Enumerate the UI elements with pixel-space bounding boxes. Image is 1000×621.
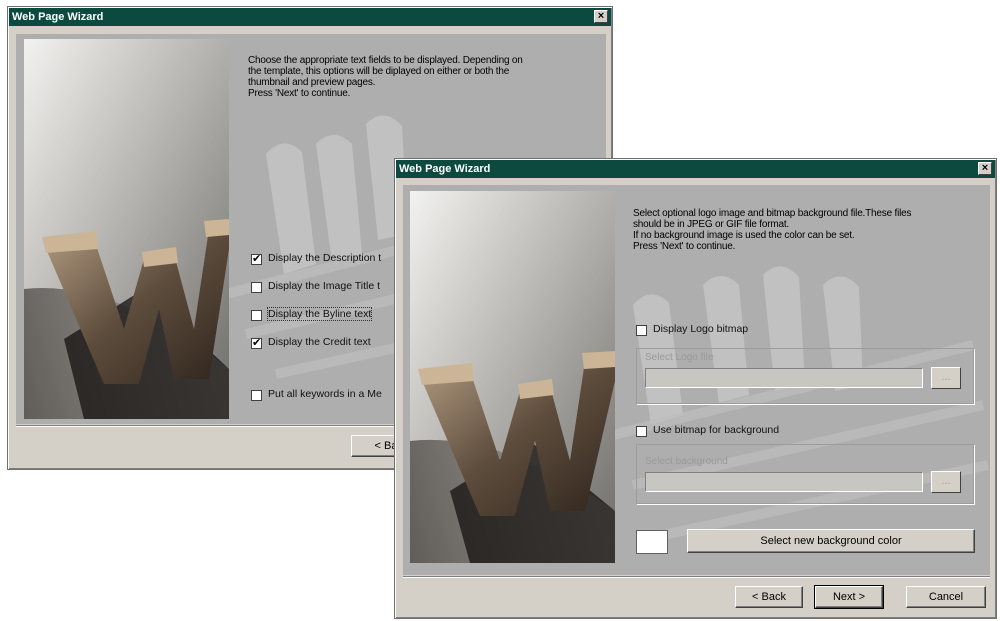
letter-w-image — [410, 191, 615, 563]
wizard-description: Choose the appropriate text fields to be… — [248, 55, 523, 99]
cancel-button[interactable]: Cancel — [906, 586, 986, 608]
description-line: If no background image is used the color… — [633, 230, 855, 241]
wizard-content: Select optional logo image and bitmap ba… — [403, 185, 990, 575]
wizard-photo — [24, 39, 229, 419]
credit-checkbox[interactable] — [251, 336, 262, 349]
select-background-color-button[interactable]: Select new background color — [687, 529, 975, 553]
keywords-checkbox[interactable] — [251, 390, 262, 401]
cancel-button-label: Cancel — [928, 591, 964, 603]
window-title: Web Page Wizard — [399, 163, 491, 175]
wizard-window-front: Web Page Wizard × Select optional logo i… — [394, 158, 997, 619]
close-icon: × — [597, 10, 605, 22]
display-logo-label[interactable]: Display Logo bitmap — [653, 323, 748, 335]
logo-file-group: Select Logo file ... — [636, 348, 974, 404]
button-separator — [403, 576, 990, 578]
background-file-group: Select background ... — [636, 444, 974, 504]
description-line: Press 'Next' to continue. — [633, 241, 736, 252]
letter-w-image — [24, 39, 229, 419]
description-line: Choose the appropriate text fields to be… — [248, 55, 523, 66]
image-title-checkbox-label[interactable]: Display the Image Title t — [268, 280, 380, 292]
window-title: Web Page Wizard — [12, 11, 104, 23]
back-button-label: < Back — [752, 591, 786, 603]
background-color-swatch[interactable] — [636, 530, 668, 554]
display-logo-checkbox[interactable] — [636, 325, 647, 336]
logo-file-caption: Select Logo file — [645, 352, 714, 363]
use-background-checkbox[interactable] — [636, 426, 647, 437]
background-file-input[interactable] — [645, 472, 923, 492]
credit-checkbox-label[interactable]: Display the Credit text — [268, 336, 371, 348]
ellipsis-icon: ... — [941, 371, 951, 383]
next-button[interactable]: Next > — [814, 585, 884, 609]
ellipsis-icon: ... — [941, 475, 951, 487]
title-bar[interactable]: Web Page Wizard × — [9, 8, 611, 26]
description-checkbox-label[interactable]: Display the Description t — [268, 252, 381, 264]
byline-checkbox-label[interactable]: Display the Byline text — [266, 307, 373, 321]
description-line: the template, this options will be dipla… — [248, 66, 510, 77]
close-icon: × — [981, 162, 989, 174]
title-bar[interactable]: Web Page Wizard × — [396, 160, 995, 178]
wizard-photo — [410, 191, 615, 563]
use-background-label[interactable]: Use bitmap for background — [653, 424, 779, 436]
description-checkbox[interactable] — [251, 252, 262, 265]
back-button[interactable]: < Back — [735, 586, 803, 608]
wizard-description: Select optional logo image and bitmap ba… — [633, 208, 911, 252]
select-background-color-label: Select new background color — [760, 535, 902, 547]
description-line: thumbnail and preview pages. — [248, 77, 376, 88]
close-button[interactable]: × — [978, 162, 992, 175]
byline-checkbox[interactable] — [251, 310, 262, 321]
background-file-caption: Select background — [645, 456, 728, 467]
close-button[interactable]: × — [594, 10, 608, 23]
description-line: Press 'Next' to continue. — [248, 88, 351, 99]
next-button-label: Next > — [832, 591, 866, 603]
description-line: should be in JPEG or GIF file format. — [633, 219, 789, 230]
description-line: Select optional logo image and bitmap ba… — [633, 208, 912, 219]
keywords-checkbox-label[interactable]: Put all keywords in a Me — [268, 388, 382, 400]
logo-file-input[interactable] — [645, 368, 923, 388]
image-title-checkbox[interactable] — [251, 282, 262, 293]
logo-browse-button[interactable]: ... — [931, 367, 961, 389]
background-browse-button[interactable]: ... — [931, 471, 961, 493]
